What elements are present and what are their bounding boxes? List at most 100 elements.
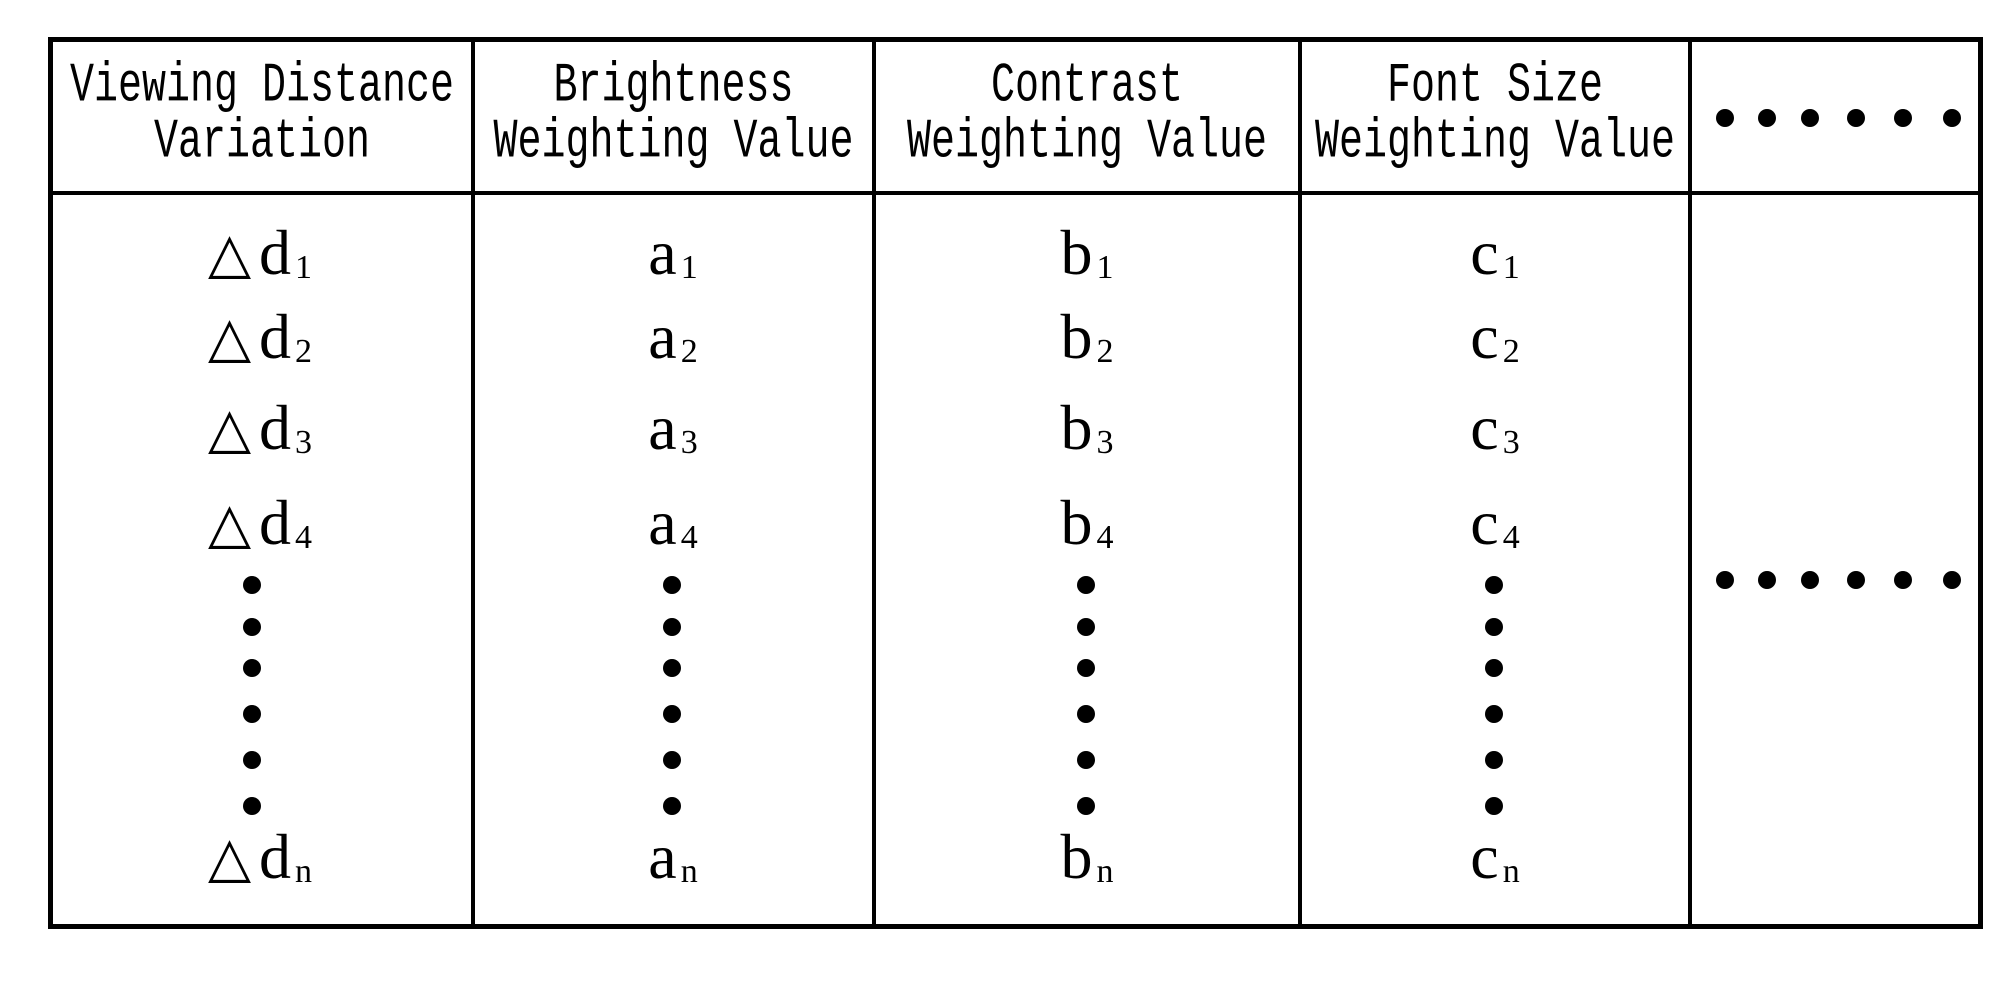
cell-symbol: c [1470,217,1499,288]
cell-viewing-distance: △ d 3 [110,396,410,471]
vertical-ellipsis-dot [1077,576,1095,594]
cell-symbol: d [259,392,292,463]
cell-subscript: 4 [1502,519,1520,556]
body-ellipsis-dot [1758,571,1776,589]
vertical-ellipsis-dot [663,618,681,636]
vertical-ellipsis-dot [1485,705,1503,723]
cell-symbol: a [648,301,677,372]
cell-font-size: c3 [1345,396,1645,471]
cell-symbol: a [648,487,677,558]
cell-brightness: a1 [523,221,823,296]
cell-symbol: d [259,821,292,892]
cell-contrast: b4 [937,491,1237,566]
vertical-ellipsis-dot [663,797,681,815]
vertical-ellipsis-dot [1077,751,1095,769]
delta-symbol: △ [207,221,252,286]
cell-contrast: b1 [937,221,1237,296]
cell-brightness: a3 [523,396,823,471]
body-ellipsis-dot [1943,571,1961,589]
cell-subscript: 4 [680,519,698,556]
body-ellipsis-dot [1894,571,1912,589]
header-line: Weighting Value [906,111,1268,175]
cell-font-size: c2 [1345,305,1645,380]
vertical-ellipsis-dot [243,751,261,769]
cell-subscript: 3 [680,424,698,461]
header-brightness-weighting-value: Brightness Weighting Value [475,40,872,192]
cell-symbol: b [1060,821,1093,892]
cell-viewing-distance: △ d n [110,825,410,900]
cell-subscript: 2 [680,333,698,370]
vertical-ellipsis-dot [243,797,261,815]
cell-brightness: a2 [523,305,823,380]
header-ellipsis-dot [1716,109,1734,127]
cell-subscript: n [295,853,313,890]
cell-symbol: a [648,217,677,288]
header-viewing-distance-variation: Viewing Distance Variation [53,40,471,192]
header-line: Weighting Value [1314,111,1676,175]
cell-subscript: n [680,853,698,890]
vertical-ellipsis-dot [663,705,681,723]
cell-subscript: n [1502,853,1520,890]
cell-symbol: a [648,392,677,463]
cell-subscript: 3 [1096,424,1114,461]
header-ellipsis-dot [1847,109,1865,127]
vertical-ellipsis-dot [663,751,681,769]
body-ellipsis-dot [1847,571,1865,589]
cell-symbol: c [1470,392,1499,463]
header-contrast-weighting-value: Contrast Weighting Value [876,40,1298,192]
cell-brightness: an [523,825,823,900]
cell-subscript: 3 [295,424,313,461]
delta-symbol: △ [207,825,252,890]
vertical-ellipsis-dot [243,618,261,636]
delta-symbol: △ [207,396,252,461]
cell-viewing-distance: △ d 1 [110,221,410,296]
cell-subscript: 1 [1096,249,1114,286]
vertical-ellipsis-dot [1077,618,1095,636]
header-line: Weighting Value [493,111,854,175]
cell-contrast: b2 [937,305,1237,380]
vertical-ellipsis-dot [243,659,261,677]
cell-font-size: cn [1345,825,1645,900]
header-ellipsis-dot [1894,109,1912,127]
vertical-ellipsis-dot [243,576,261,594]
cell-font-size: c1 [1345,221,1645,296]
header-line: Variation [153,111,371,175]
cell-viewing-distance: △ d 2 [110,305,410,380]
vertical-ellipsis-dot [1077,705,1095,723]
cell-viewing-distance: △ d 4 [110,491,410,566]
cell-symbol: c [1470,301,1499,372]
cell-subscript: 1 [1502,249,1520,286]
cell-contrast: b3 [937,396,1237,471]
cell-subscript: 2 [295,333,313,370]
header-ellipsis-dot [1943,109,1961,127]
cell-subscript: 3 [1502,424,1520,461]
vertical-ellipsis-dot [1077,797,1095,815]
vertical-ellipsis-dot [1485,751,1503,769]
cell-subscript: 2 [1502,333,1520,370]
cell-symbol: c [1470,487,1499,558]
header-font-size-weighting-value: Font Size Weighting Value [1302,40,1688,192]
vertical-ellipsis-dot [1485,618,1503,636]
body-ellipsis-dot [1801,571,1819,589]
vertical-ellipsis-dot [1485,576,1503,594]
vertical-ellipsis-dot [243,705,261,723]
vertical-ellipsis-dot [663,659,681,677]
vertical-ellipsis-dot [1485,797,1503,815]
cell-symbol: b [1060,487,1093,558]
cell-symbol: b [1060,392,1093,463]
cell-subscript: 2 [1096,333,1114,370]
vertical-ellipsis-dot [663,576,681,594]
cell-contrast: bn [937,825,1237,900]
header-ellipsis-dot [1758,109,1776,127]
cell-symbol: b [1060,217,1093,288]
cell-subscript: 1 [680,249,698,286]
cell-symbol: a [648,821,677,892]
cell-symbol: d [259,217,292,288]
cell-subscript: 4 [295,519,313,556]
header-ellipsis-dot [1801,109,1819,127]
cell-subscript: 1 [295,249,313,286]
vertical-ellipsis-dot [1077,659,1095,677]
delta-symbol: △ [207,491,252,556]
cell-font-size: c4 [1345,491,1645,566]
cell-symbol: d [259,487,292,558]
